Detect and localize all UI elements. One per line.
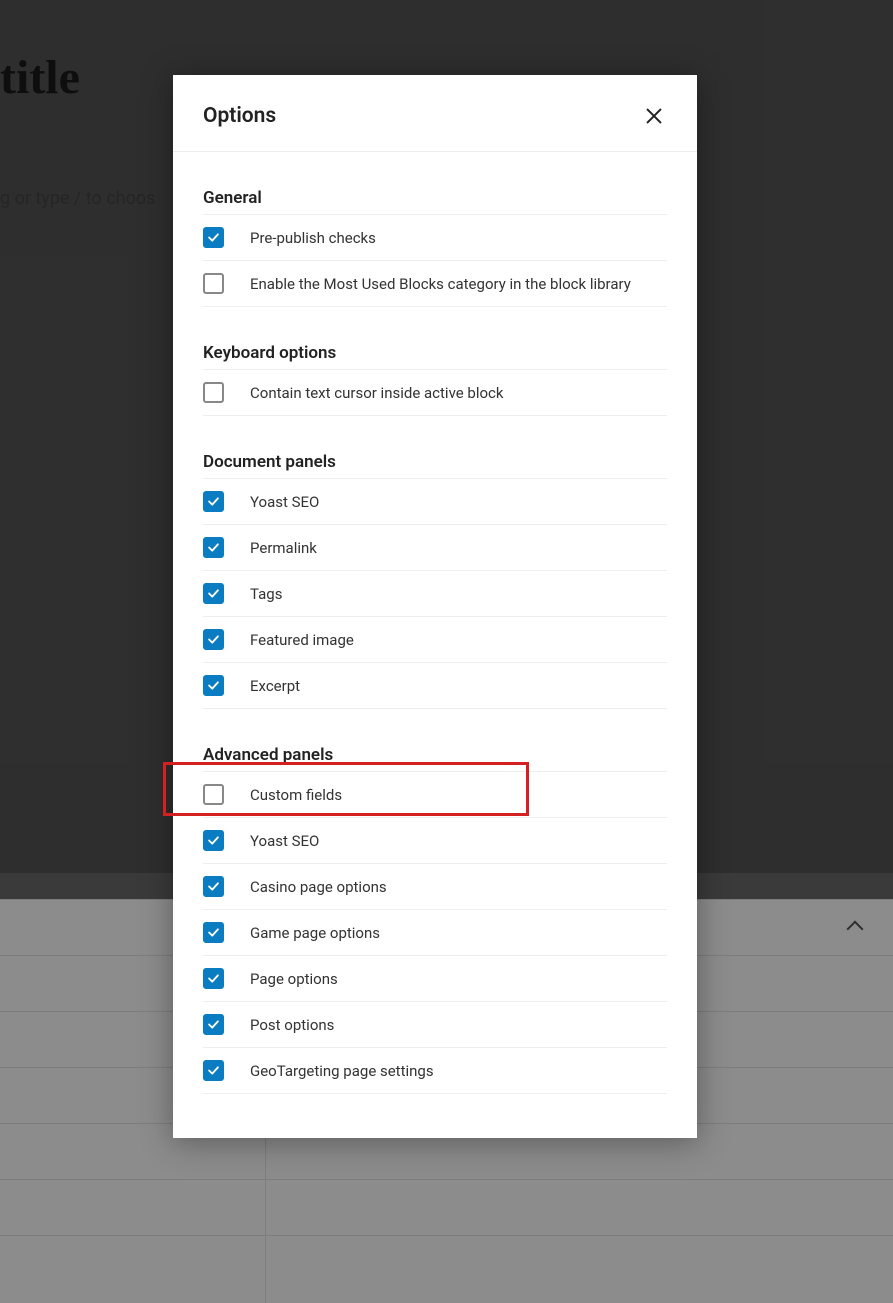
option-label: Custom fields: [250, 786, 342, 804]
checkbox[interactable]: [203, 876, 224, 897]
checkbox[interactable]: [203, 629, 224, 650]
option-label: Enable the Most Used Blocks category in …: [250, 275, 631, 293]
option-label: Permalink: [250, 539, 317, 557]
options-modal: Options General Pre-publish checks Enabl…: [173, 75, 697, 1138]
section-document-panels: Document panels Yoast SEO Permalink Tags…: [173, 452, 697, 709]
option-label: Page options: [250, 970, 338, 988]
checkbox[interactable]: [203, 583, 224, 604]
checkbox[interactable]: [203, 227, 224, 248]
option-label: Yoast SEO: [250, 493, 319, 511]
checkbox[interactable]: [203, 675, 224, 696]
option-label: Casino page options: [250, 878, 387, 896]
modal-title: Options: [203, 104, 276, 128]
option-label: Featured image: [250, 631, 354, 649]
option-label: Contain text cursor inside active block: [250, 384, 504, 402]
check-icon: [206, 540, 221, 555]
option-most-used-blocks[interactable]: Enable the Most Used Blocks category in …: [203, 260, 667, 307]
checkbox[interactable]: [203, 491, 224, 512]
option-custom-fields[interactable]: Custom fields: [203, 771, 667, 817]
check-icon: [206, 833, 221, 848]
section-keyboard: Keyboard options Contain text cursor ins…: [173, 343, 697, 416]
section-advanced-panels: Advanced panels Custom fields Yoast SEO …: [173, 745, 697, 1094]
option-label: Game page options: [250, 924, 380, 942]
option-casino-page-options[interactable]: Casino page options: [203, 863, 667, 909]
option-featured-image[interactable]: Featured image: [203, 616, 667, 662]
option-label: Post options: [250, 1016, 334, 1034]
check-icon: [206, 971, 221, 986]
option-excerpt[interactable]: Excerpt: [203, 662, 667, 709]
check-icon: [206, 1017, 221, 1032]
check-icon: [206, 632, 221, 647]
option-geotargeting-settings[interactable]: GeoTargeting page settings: [203, 1047, 667, 1094]
close-icon: [643, 105, 665, 127]
option-label: Yoast SEO: [250, 832, 319, 850]
close-button[interactable]: [641, 103, 667, 129]
check-icon: [206, 879, 221, 894]
checkbox[interactable]: [203, 1060, 224, 1081]
option-tags[interactable]: Tags: [203, 570, 667, 616]
checkbox[interactable]: [203, 922, 224, 943]
checkbox[interactable]: [203, 537, 224, 558]
section-heading-document-panels: Document panels: [203, 452, 667, 472]
check-icon: [206, 230, 221, 245]
option-yoast-seo[interactable]: Yoast SEO: [203, 478, 667, 524]
section-heading-advanced-panels: Advanced panels: [203, 745, 667, 765]
option-adv-yoast-seo[interactable]: Yoast SEO: [203, 817, 667, 863]
check-icon: [206, 494, 221, 509]
option-contain-cursor[interactable]: Contain text cursor inside active block: [203, 369, 667, 416]
check-icon: [206, 678, 221, 693]
option-pre-publish-checks[interactable]: Pre-publish checks: [203, 214, 667, 260]
option-label: GeoTargeting page settings: [250, 1062, 434, 1080]
option-post-options[interactable]: Post options: [203, 1001, 667, 1047]
option-label: Tags: [250, 585, 282, 603]
check-icon: [206, 925, 221, 940]
section-heading-general: General: [203, 188, 667, 208]
option-label: Excerpt: [250, 677, 300, 695]
option-permalink[interactable]: Permalink: [203, 524, 667, 570]
check-icon: [206, 586, 221, 601]
check-icon: [206, 1063, 221, 1078]
checkbox[interactable]: [203, 830, 224, 851]
option-label: Pre-publish checks: [250, 229, 376, 247]
checkbox[interactable]: [203, 382, 224, 403]
section-heading-keyboard: Keyboard options: [203, 343, 667, 363]
checkbox[interactable]: [203, 968, 224, 989]
option-game-page-options[interactable]: Game page options: [203, 909, 667, 955]
checkbox[interactable]: [203, 1014, 224, 1035]
section-general: General Pre-publish checks Enable the Mo…: [173, 188, 697, 307]
option-page-options[interactable]: Page options: [203, 955, 667, 1001]
checkbox[interactable]: [203, 784, 224, 805]
checkbox[interactable]: [203, 273, 224, 294]
